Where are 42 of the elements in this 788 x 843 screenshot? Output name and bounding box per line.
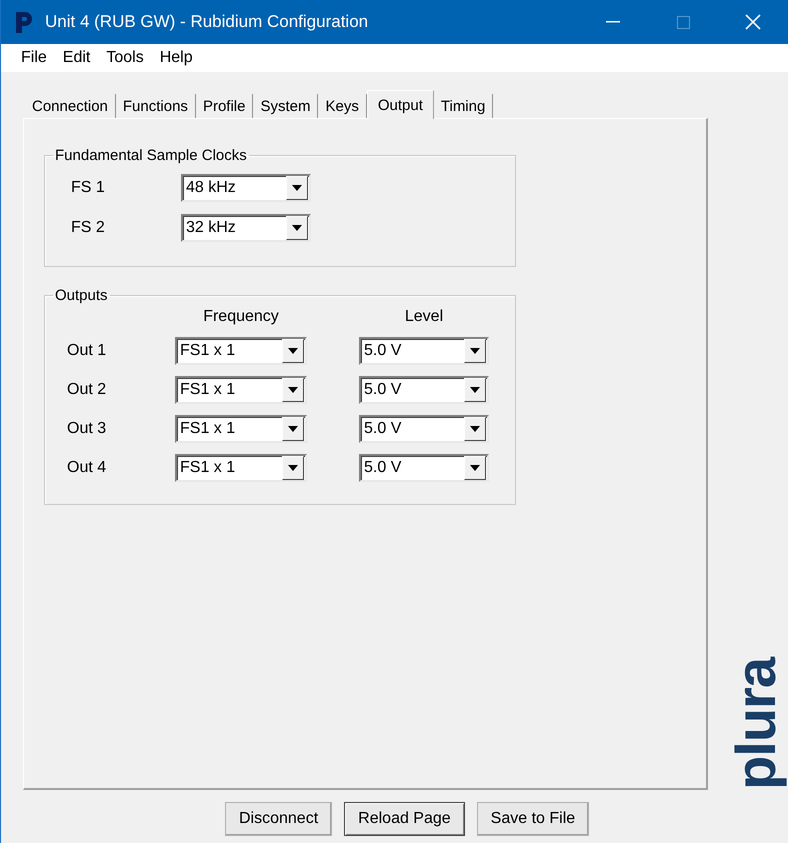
level-dropdown[interactable]: 5.0 V: [359, 415, 489, 443]
close-icon[interactable]: [745, 14, 761, 30]
field-label: FS 2: [71, 219, 106, 237]
frequency-dropdown[interactable]: FS1 x 1: [175, 415, 307, 443]
dropdown-arrow-icon: [292, 185, 302, 191]
tab[interactable]: Output: [366, 90, 434, 119]
dropdown-arrow-icon: [470, 426, 480, 432]
action-button[interactable]: Reload Page: [344, 802, 465, 836]
group-title: Outputs: [54, 287, 109, 304]
column-header: Frequency: [202, 308, 280, 326]
action-button[interactable]: Disconnect: [225, 802, 332, 836]
app-logo-icon: [13, 10, 35, 34]
menu-item[interactable]: File: [13, 49, 55, 67]
dropdown-arrow-icon: [288, 348, 298, 354]
column-header: Level: [404, 308, 444, 326]
dropdown-arrow-icon: [288, 426, 298, 432]
menu-item[interactable]: Tools: [98, 49, 152, 67]
field-label: Out 3: [67, 420, 108, 438]
dropdown-arrow-icon: [288, 465, 298, 471]
field-label: FS 1: [71, 179, 106, 197]
clock-dropdown[interactable]: 48 kHz: [181, 174, 311, 202]
frequency-dropdown[interactable]: FS1 x 1: [175, 376, 307, 404]
menu-item[interactable]: Help: [152, 49, 201, 67]
field-label: Out 4: [67, 459, 108, 477]
frequency-dropdown[interactable]: FS1 x 1: [175, 454, 307, 482]
minimize-icon[interactable]: [606, 21, 620, 23]
dropdown-arrow-icon: [470, 465, 480, 471]
dropdown-arrow-icon: [292, 225, 302, 231]
frequency-dropdown[interactable]: FS1 x 1: [175, 337, 307, 365]
level-dropdown[interactable]: 5.0 V: [359, 454, 489, 482]
dropdown-arrow-icon: [288, 387, 298, 393]
action-button[interactable]: Save to File: [476, 802, 590, 836]
level-dropdown[interactable]: 5.0 V: [359, 337, 489, 365]
menu-item[interactable]: Edit: [54, 49, 98, 67]
group-title: Fundamental Sample Clocks: [54, 147, 248, 164]
level-dropdown[interactable]: 5.0 V: [359, 376, 489, 404]
field-label: Out 1: [67, 342, 108, 360]
dropdown-arrow-icon: [470, 387, 480, 393]
field-label: Out 2: [67, 381, 108, 399]
clock-dropdown[interactable]: 32 kHz: [181, 214, 311, 242]
window-title: Unit 4 (RUB GW) - Rubidium Configuration: [45, 12, 370, 32]
dropdown-arrow-icon: [470, 348, 480, 354]
